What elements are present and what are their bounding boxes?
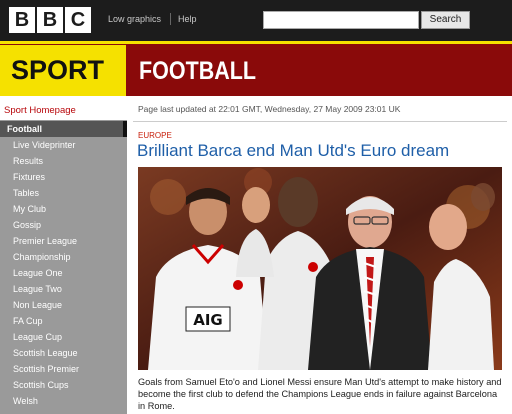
last-updated-text: Page last updated at 22:01 GMT, Wednesda… <box>138 104 401 114</box>
sidebar-item-league-cup[interactable]: League Cup <box>0 329 127 345</box>
sidebar-item-welsh[interactable]: Welsh <box>0 393 127 409</box>
sidebar-item-scottish-cups[interactable]: Scottish Cups <box>0 377 127 393</box>
sidebar-item-league-one[interactable]: League One <box>0 265 127 281</box>
sport-logo-text: SPORT <box>11 55 105 85</box>
article-headline[interactable]: Brilliant Barca end Man Utd's Euro dream <box>137 141 449 161</box>
sidebar-item-non-league[interactable]: Non League <box>0 297 127 313</box>
bbc-logo[interactable]: B B C <box>9 7 91 33</box>
sidebar-item-league-two[interactable]: League Two <box>0 281 127 297</box>
sidebar-item-results[interactable]: Results <box>0 153 127 169</box>
article-photo[interactable]: AIG <box>138 167 502 370</box>
sidebar-item-live-videprinter[interactable]: Live Videprinter <box>0 137 127 153</box>
article-section-label[interactable]: EUROPE <box>138 131 172 140</box>
sidebar-item-scottish-league[interactable]: Scottish League <box>0 345 127 361</box>
divider <box>133 121 507 122</box>
sidebar-item-championship[interactable]: Championship <box>0 249 127 265</box>
search-input[interactable] <box>263 11 419 29</box>
sidebar-item-gossip[interactable]: Gossip <box>0 217 127 233</box>
top-link-divider <box>170 13 171 25</box>
sidebar-item-fixtures[interactable]: Fixtures <box>0 169 127 185</box>
bbc-logo-letter: B <box>9 7 35 33</box>
bbc-logo-letter: C <box>65 7 91 33</box>
sidebar-item-premier-league[interactable]: Premier League <box>0 233 127 249</box>
sidebar-item-my-club[interactable]: My Club <box>0 201 127 217</box>
sidebar-item-football[interactable]: Football <box>0 121 127 137</box>
banner-section-title: FOOTBALL <box>139 57 257 85</box>
sidebar-item-scottish-premier[interactable]: Scottish Premier <box>0 361 127 377</box>
search-button[interactable]: Search <box>421 11 470 29</box>
bbc-logo-letter: B <box>37 7 63 33</box>
sidebar-item-sport-homepage[interactable]: Sport Homepage <box>0 102 127 120</box>
shirt-sponsor-text: AIG <box>193 311 223 329</box>
sidebar-item-fa-cup[interactable]: FA Cup <box>0 313 127 329</box>
help-link[interactable]: Help <box>178 14 197 24</box>
photo-caption: Goals from Samuel Eto'o and Lionel Messi… <box>138 377 502 411</box>
low-graphics-link[interactable]: Low graphics <box>108 14 161 24</box>
football-players-photo: AIG <box>138 167 502 370</box>
sidebar-item-tables[interactable]: Tables <box>0 185 127 201</box>
